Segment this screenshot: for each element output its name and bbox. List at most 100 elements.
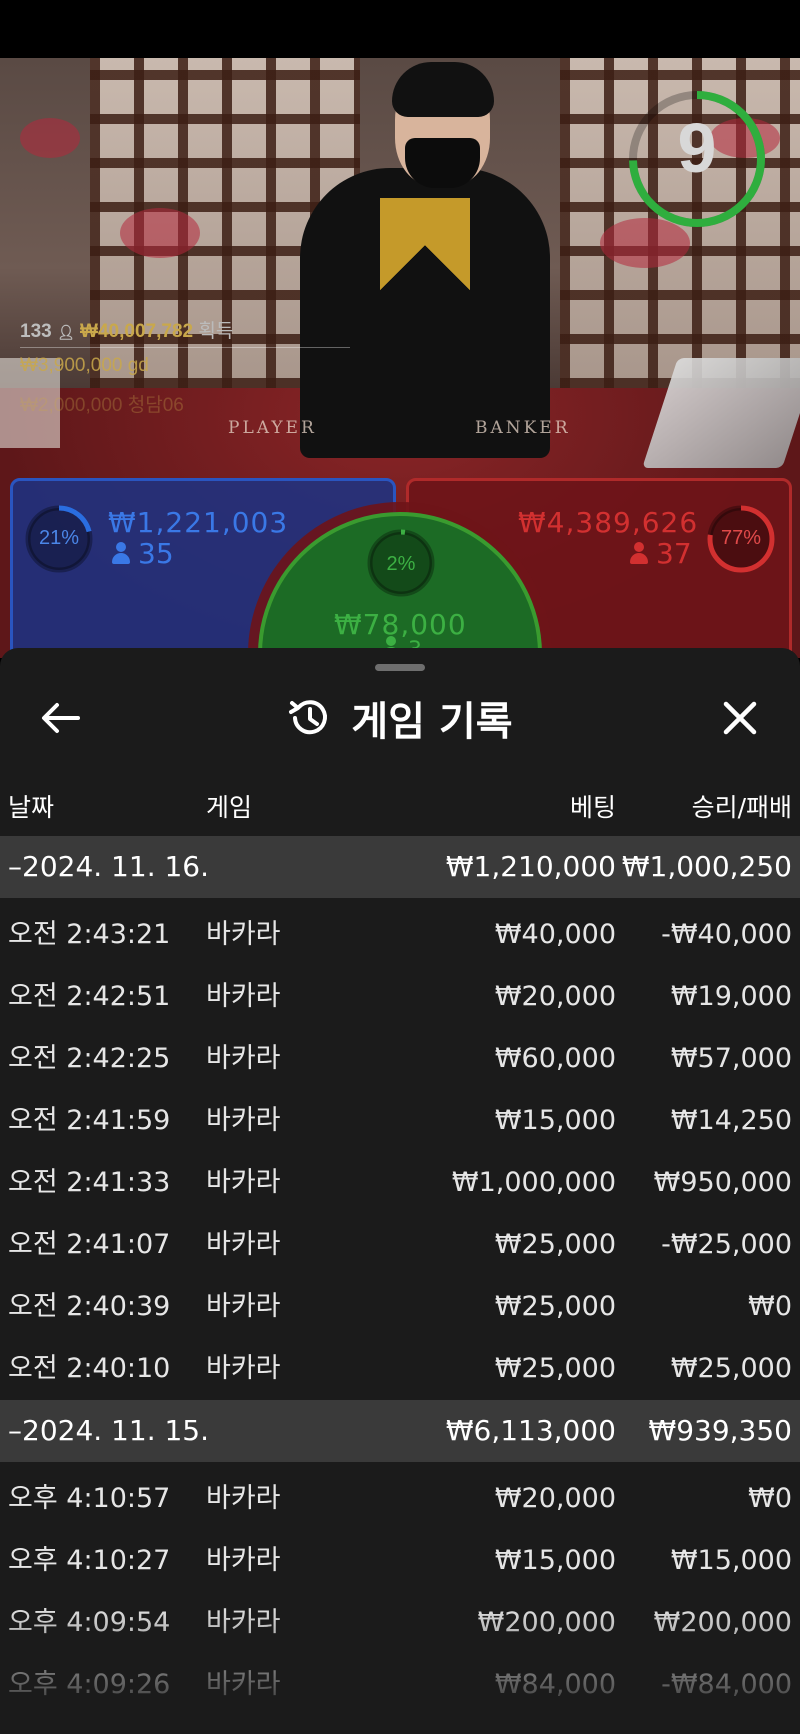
stats-divider <box>20 347 350 348</box>
row-time: 오후 4:10:57 <box>8 1483 171 1514</box>
history-table: –2024. 11. 16. ₩1,210,000 ₩1,000,250 오전 2:4… <box>0 836 800 1716</box>
history-row[interactable]: 오전 2:40:10 바카라 ₩25,000 ₩25,000 <box>0 1338 800 1400</box>
history-row[interactable]: 오후 4:10:27 바카라 ₩15,000 ₩15,000 <box>0 1530 800 1592</box>
person-icon <box>630 542 648 564</box>
player-bet-amount: ₩1,221,003 <box>108 506 289 539</box>
row-time: 오전 2:41:33 <box>8 1167 171 1198</box>
history-row[interactable]: 오전 2:41:59 바카라 ₩15,000 ₩14,250 <box>0 1090 800 1152</box>
row-result: ₩0 <box>748 1483 792 1514</box>
player-bettors: 35 <box>112 537 174 570</box>
history-row[interactable]: 오전 2:42:51 바카라 ₩20,000 ₩19,000 <box>0 966 800 1028</box>
row-bet: ₩15,000 <box>494 1545 616 1576</box>
row-result: ₩25,000 <box>670 1353 792 1384</box>
history-row[interactable]: 오후 4:09:26 바카라 ₩84,000 -₩84,000 <box>0 1654 800 1716</box>
row-time: 오전 2:43:21 <box>8 919 171 950</box>
row-bet: ₩25,000 <box>494 1291 616 1322</box>
row-time: 오전 2:42:25 <box>8 1043 171 1074</box>
row-game: 바카라 <box>206 919 281 950</box>
row-bet: ₩15,000 <box>494 1105 616 1136</box>
column-header-bet: 베팅 <box>569 793 616 822</box>
person-icon: 👤︎ <box>56 324 75 340</box>
history-icon <box>289 700 328 735</box>
player-bettor-count: 35 <box>138 537 174 570</box>
history-row[interactable]: 오후 4:10:57 바카라 ₩20,000 ₩0 <box>0 1468 800 1530</box>
row-game: 바카라 <box>206 1669 281 1700</box>
row-bet: ₩40,000 <box>494 919 616 950</box>
player-percentage: 21% <box>38 527 80 549</box>
row-time: 오후 4:10:27 <box>8 1545 171 1576</box>
row-time: 오후 4:09:54 <box>8 1607 171 1638</box>
row-bet: ₩25,000 <box>494 1353 616 1384</box>
row-result: ₩0 <box>748 1291 792 1322</box>
row-game: 바카라 <box>206 1291 281 1322</box>
row-result: ₩19,000 <box>670 981 792 1012</box>
group-date: –2024. 11. 15. <box>8 1414 210 1447</box>
group-result-total: ₩1,000,250 <box>621 850 792 883</box>
row-game: 바카라 <box>206 981 281 1012</box>
row-result: -₩25,000 <box>661 1229 792 1260</box>
row-result: ₩950,000 <box>653 1167 792 1198</box>
row-bet: ₩1,000,000 <box>451 1167 616 1198</box>
banker-bet-amount: ₩4,389,626 <box>518 506 699 539</box>
row-bet: ₩20,000 <box>494 1483 616 1514</box>
row-time: 오전 2:41:59 <box>8 1105 171 1136</box>
history-row[interactable]: 오전 2:42:25 바카라 ₩60,000 ₩57,000 <box>0 1028 800 1090</box>
history-row[interactable]: 오후 4:09:54 바카라 ₩200,000 ₩200,000 <box>0 1592 800 1654</box>
row-game: 바카라 <box>206 1545 281 1576</box>
row-result: ₩15,000 <box>670 1545 792 1576</box>
back-button[interactable] <box>30 688 90 748</box>
row-result: -₩40,000 <box>661 919 792 950</box>
arrow-left-icon <box>42 703 80 733</box>
column-header-result: 승리/패배 <box>691 793 792 822</box>
row-result: ₩14,250 <box>670 1105 792 1136</box>
history-row[interactable]: 오전 2:41:33 바카라 ₩1,000,000 ₩950,000 <box>0 1152 800 1214</box>
row-bet: ₩20,000 <box>494 981 616 1012</box>
row-game: 바카라 <box>206 1353 281 1384</box>
row-result: ₩200,000 <box>653 1607 792 1638</box>
game-history-sheet: 게임 기록 날짜 게임 베팅 승리/패배 –2024. 11. 16. ₩1,21… <box>0 648 800 1734</box>
close-button[interactable] <box>710 688 770 748</box>
date-group-row[interactable]: –2024. 11. 16. ₩1,210,000 ₩1,000,250 <box>0 836 800 898</box>
history-row[interactable]: 오전 2:41:07 바카라 ₩25,000 -₩25,000 <box>0 1214 800 1276</box>
winnings-suffix: 획득 <box>198 321 234 342</box>
person-icon <box>112 542 130 564</box>
group-bet-total: ₩6,113,000 <box>445 1414 616 1447</box>
row-game: 바카라 <box>206 1167 281 1198</box>
player-count: 133 <box>20 321 52 342</box>
column-header-game: 게임 <box>206 793 253 822</box>
row-bet: ₩200,000 <box>477 1607 616 1638</box>
sheet-header: 게임 기록 <box>0 688 800 748</box>
banker-bettors: 37 <box>630 537 692 570</box>
history-row[interactable]: 오전 2:40:39 바카라 ₩25,000 ₩0 <box>0 1276 800 1338</box>
row-game: 바카라 <box>206 1043 281 1074</box>
group-bet-total: ₩1,210,000 <box>445 850 616 883</box>
row-time: 오후 4:09:26 <box>8 1669 171 1700</box>
row-result: -₩84,000 <box>661 1669 792 1700</box>
sheet-title: 게임 기록 <box>351 699 513 745</box>
column-header-date: 날짜 <box>8 793 55 822</box>
close-icon <box>723 701 757 735</box>
row-bet: ₩25,000 <box>494 1229 616 1260</box>
table-label-banker: BANKER <box>475 418 571 438</box>
winner-entry: ₩2,000,000 청담06 <box>20 395 184 416</box>
banker-percentage: 77% <box>720 527 762 549</box>
winners-summary: 133 👤︎ ₩40,007,782 획득 <box>20 316 233 343</box>
status-bar <box>0 0 800 58</box>
group-result-total: ₩939,350 <box>648 1414 792 1447</box>
tie-percentage: 2% <box>386 553 416 575</box>
row-game: 바카라 <box>206 1483 281 1514</box>
row-time: 오전 2:40:39 <box>8 1291 171 1322</box>
group-date: –2024. 11. 16. <box>8 850 210 883</box>
row-time: 오전 2:40:10 <box>8 1353 171 1384</box>
winner-entry: ₩3,900,000 gd <box>20 355 149 376</box>
sheet-drag-handle[interactable] <box>375 664 425 671</box>
history-row[interactable]: 오전 2:43:21 바카라 ₩40,000 -₩40,000 <box>0 904 800 966</box>
total-winnings: ₩40,007,782 <box>80 321 194 342</box>
row-result: ₩57,000 <box>670 1043 792 1074</box>
row-game: 바카라 <box>206 1607 281 1638</box>
row-time: 오전 2:41:07 <box>8 1229 171 1260</box>
date-group-row[interactable]: –2024. 11. 15. ₩6,113,000 ₩939,350 <box>0 1400 800 1462</box>
row-game: 바카라 <box>206 1229 281 1260</box>
table-label-player: PLAYER <box>228 418 317 438</box>
row-bet: ₩60,000 <box>494 1043 616 1074</box>
